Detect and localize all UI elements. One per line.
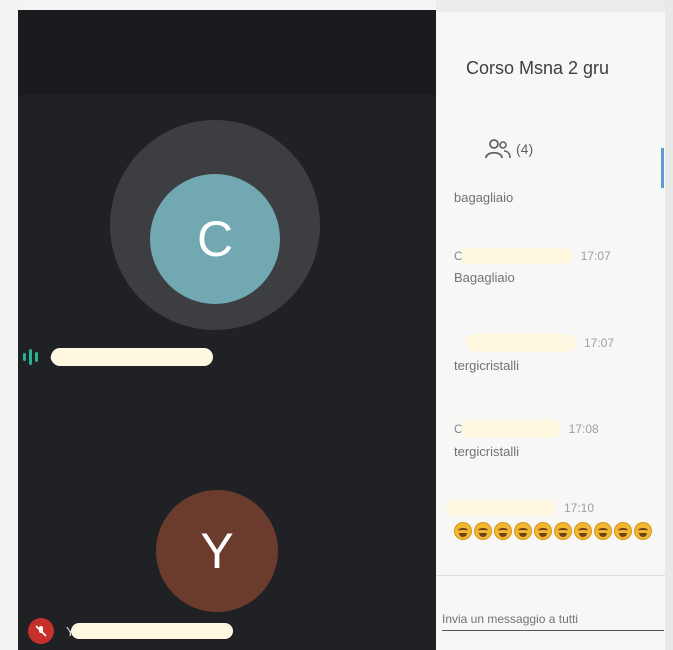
emoji-icon — [574, 522, 592, 540]
emoji-icon — [474, 522, 492, 540]
chat-message: 17:10 — [446, 500, 652, 540]
redacted-name — [460, 420, 561, 438]
chat-message: C 17:07 Bagagliaio — [454, 248, 611, 285]
frame-edge-right — [665, 0, 673, 650]
meeting-title: Corso Msna 2 gru — [466, 58, 610, 78]
participant-name-row-1: C — [23, 348, 214, 366]
emoji-icon — [554, 522, 572, 540]
video-top-bar — [18, 10, 436, 95]
message-text: tergicristalli — [454, 358, 520, 373]
message-text: tergicristalli — [454, 444, 520, 459]
chat-message: C 17:08 tergicristalli — [454, 420, 599, 459]
message-time: 17:07 — [584, 336, 615, 350]
message-time: 17:10 — [564, 501, 595, 515]
panel-top-strip — [436, 0, 665, 12]
participant-avatar-c[interactable]: C — [150, 174, 280, 304]
emoji-row — [454, 522, 652, 540]
redacted-name — [70, 623, 233, 639]
mic-off-icon — [28, 618, 54, 644]
composer-divider — [436, 575, 665, 576]
meet-window: C C Y Y Corso Msna 2 gru — [0, 0, 673, 650]
audio-level-icon — [23, 349, 38, 365]
people-icon — [485, 139, 511, 159]
emoji-icon — [614, 522, 632, 540]
participant-name-row-2: Y — [28, 618, 233, 644]
frame-edge — [0, 0, 18, 650]
tab-indicator — [661, 148, 664, 188]
emoji-icon — [634, 522, 652, 540]
redacted-name — [51, 348, 214, 366]
video-grid: C C Y Y — [18, 10, 436, 650]
chat-message-input[interactable] — [442, 612, 664, 631]
chat-message: 17:07 tergicristalli — [454, 334, 614, 373]
emoji-icon — [514, 522, 532, 540]
emoji-icon — [594, 522, 612, 540]
emoji-icon — [454, 522, 472, 540]
redacted-name — [466, 334, 576, 352]
people-button[interactable]: (4) — [484, 138, 533, 160]
chat-message: bagagliaio — [454, 184, 513, 205]
message-time: 17:08 — [568, 422, 599, 436]
emoji-icon — [534, 522, 552, 540]
participant-avatar-y[interactable]: Y — [156, 490, 278, 612]
message-time: 17:07 — [580, 249, 611, 263]
redacted-name — [460, 248, 573, 264]
message-text: bagagliaio — [454, 190, 514, 205]
emoji-icon — [494, 522, 512, 540]
people-count: (4) — [516, 141, 534, 157]
chat-panel: Corso Msna 2 gru (4) bagagliaio C 17:07 … — [436, 0, 665, 650]
redacted-name — [446, 500, 556, 516]
message-text: Bagagliaio — [454, 270, 515, 285]
